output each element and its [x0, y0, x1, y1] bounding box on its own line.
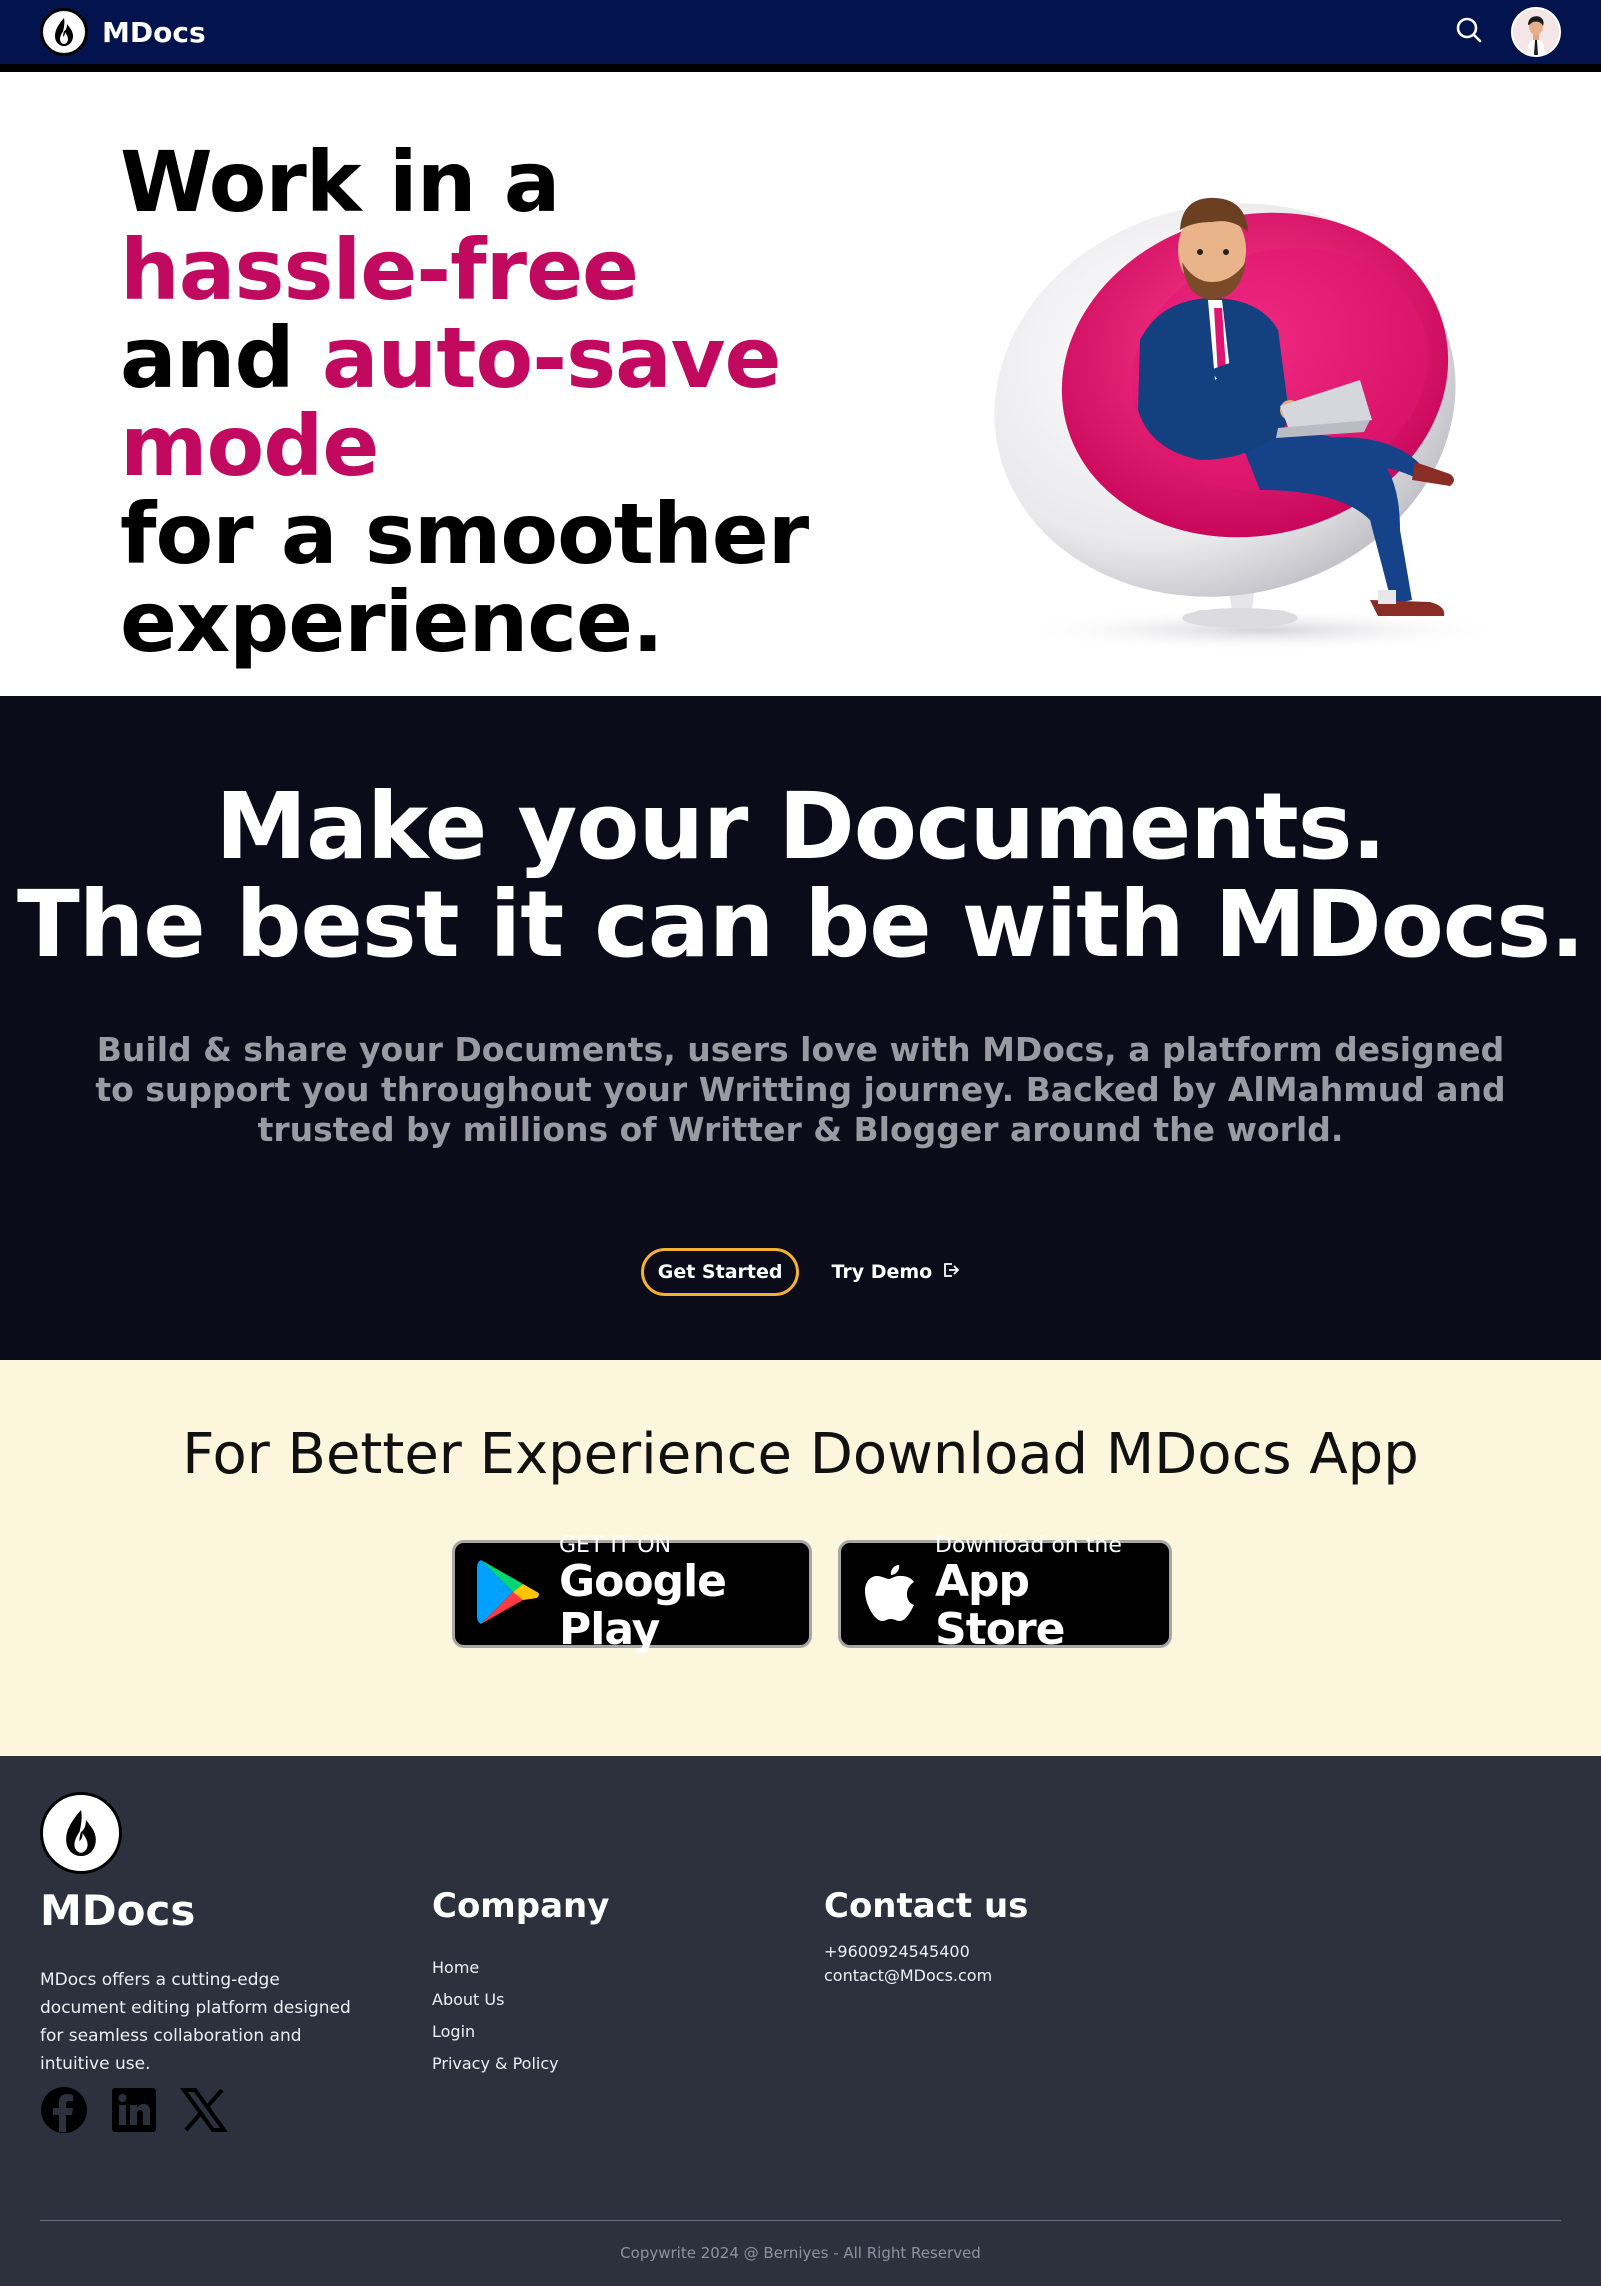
promo-section: Make your Documents. The best it can be …: [0, 696, 1601, 1360]
footer: MDocs MDocs offers a cutting-edge docume…: [0, 1756, 1601, 2286]
footer-link-login[interactable]: Login: [432, 2016, 559, 2048]
search-icon[interactable]: [1455, 16, 1483, 48]
brand-name: MDocs: [102, 15, 206, 49]
footer-description: MDocs offers a cutting-edge document edi…: [40, 1970, 351, 2074]
footer-flame-logo-icon: [40, 1792, 122, 1874]
hero-line-2: hassle-free: [120, 221, 639, 319]
footer-contact-title: Contact us: [824, 1886, 1029, 1926]
store-badges: GET IT ON Google Play Download on the Ap…: [452, 1534, 1172, 1654]
user-avatar-icon[interactable]: [1511, 7, 1561, 57]
download-section: For Better Experience Download MDocs App…: [0, 1360, 1601, 1756]
linkedin-icon[interactable]: [110, 2086, 158, 2138]
try-demo-label: Try Demo: [831, 1261, 933, 1283]
footer-contact-info: +9600924545400 contact@MDocs.com: [824, 1940, 992, 1988]
google-play-text: GET IT ON Google Play: [559, 1534, 809, 1654]
promo-heading-line-1: Make your Documents.: [215, 773, 1387, 880]
cta-group: Get Started Try Demo: [0, 1248, 1601, 1296]
flame-logo-icon: [40, 8, 88, 56]
social-links: [40, 2086, 228, 2138]
promo-heading-line-2: The best it can be with MDocs.: [16, 871, 1585, 978]
footer-link-about[interactable]: About Us: [432, 1984, 559, 2016]
external-link-icon: [942, 1261, 960, 1284]
footer-divider: [40, 2220, 1561, 2221]
footer-company-links: Home About Us Login Privacy & Policy: [432, 1952, 559, 2080]
app-store-button[interactable]: Download on the App Store: [838, 1534, 1172, 1654]
google-play-icon: [477, 1556, 541, 1632]
copyright-text: Copywrite 2024 @ Berniyes - All Right Re…: [620, 2244, 981, 2262]
hero-line-3a: and: [120, 309, 295, 407]
app-store-text: Download on the App Store: [935, 1534, 1169, 1654]
try-demo-link[interactable]: Try Demo: [831, 1261, 960, 1284]
hero-illustration: [960, 170, 1520, 670]
hero-line-1: Work in a: [120, 133, 560, 231]
facebook-icon[interactable]: [40, 2086, 88, 2138]
google-play-small: GET IT ON: [559, 1533, 672, 1558]
app-store-small: Download on the: [935, 1533, 1122, 1558]
nav-actions: [1455, 7, 1561, 57]
promo-heading: Make your Documents. The best it can be …: [0, 778, 1601, 974]
app-store-big: App Store: [935, 1556, 1066, 1655]
top-navbar: MDocs: [0, 0, 1601, 72]
contact-phone[interactable]: +9600924545400: [824, 1940, 992, 1964]
footer-company-title: Company: [432, 1886, 610, 1926]
google-play-big: Google Play: [559, 1556, 727, 1655]
google-play-button[interactable]: GET IT ON Google Play: [452, 1534, 812, 1654]
footer-brand: MDocs: [40, 1886, 196, 1935]
apple-icon: [863, 1561, 917, 1627]
promo-description: Build & share your Documents, users love…: [95, 1030, 1506, 1149]
hero-line-5: for a smoother: [120, 485, 809, 583]
hero-section: Work in a hassle-free and auto-save mode…: [0, 80, 1601, 696]
brand[interactable]: MDocs: [40, 8, 206, 56]
x-icon[interactable]: [180, 2086, 228, 2138]
hero-line-4: mode: [120, 397, 379, 495]
download-title: For Better Experience Download MDocs App: [182, 1422, 1419, 1487]
hero-line-6: experience.: [120, 573, 664, 671]
hero-heading: Work in a hassle-free and auto-save mode…: [120, 138, 840, 666]
footer-link-home[interactable]: Home: [432, 1952, 559, 1984]
contact-email[interactable]: contact@MDocs.com: [824, 1964, 992, 1988]
get-started-button[interactable]: Get Started: [640, 1248, 800, 1296]
footer-link-privacy[interactable]: Privacy & Policy: [432, 2048, 559, 2080]
hero-line-3b: auto-save: [321, 309, 782, 407]
